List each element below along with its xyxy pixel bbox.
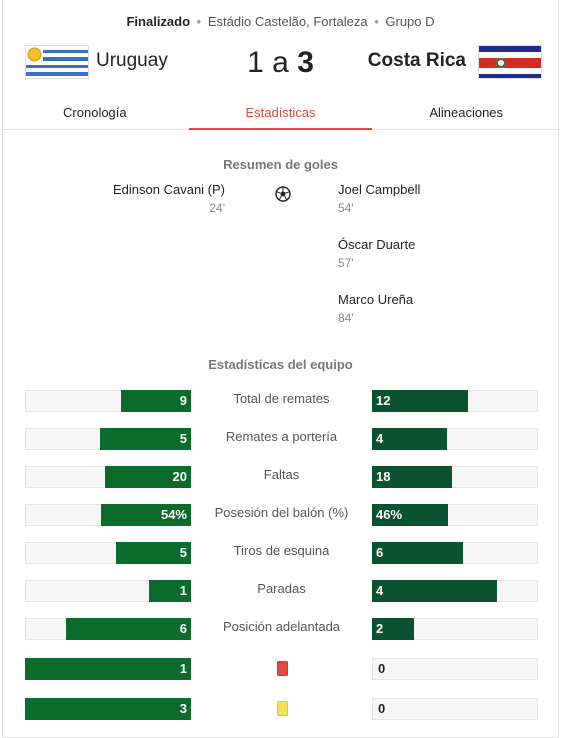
stat-row-yellow-cards: 3 0 (25, 698, 541, 720)
goal-minute: 24' (209, 201, 225, 215)
match-score: 1 a 3 (3, 46, 558, 80)
stat-row: 5 Remates a portería 4 (25, 428, 541, 450)
stat-label: Total de remates (233, 391, 330, 406)
goal-player: Joel Campbell (338, 182, 421, 197)
stat-label: Posición adelantada (222, 619, 341, 634)
match-status-line: Finalizado • Estádio Castelão, Fortaleza… (3, 14, 558, 29)
away-team-name[interactable]: Costa Rica (368, 50, 466, 72)
away-stat-value: 0 (378, 701, 386, 716)
match-status: Finalizado (126, 14, 191, 29)
goal-entry-away: Joel Campbell 54' (338, 182, 420, 215)
home-score: 1 (247, 46, 264, 79)
away-stat-track: 46% (372, 504, 538, 526)
stat-label: Paradas (257, 581, 306, 596)
goal-player: Marco Ureña (338, 292, 414, 307)
tab-estadisticas[interactable]: Estadísticas (188, 99, 373, 130)
home-stat-track: 1 (25, 580, 191, 602)
away-stat-bar: 4 (372, 428, 447, 450)
stat-row: 5 Tiros de esquina 6 (25, 542, 541, 564)
tab-cronologia[interactable]: Cronología (3, 99, 187, 129)
goal-entry-home: Edinson Cavani (P) 24' (113, 182, 225, 215)
away-stat-bar: 4 (372, 580, 497, 602)
away-stat-bar: 6 (372, 542, 463, 564)
home-stat-bar: 9 (121, 390, 191, 412)
score-joiner: a (272, 46, 289, 79)
costa-rica-flag-icon (478, 45, 542, 79)
home-stat-track: 3 (25, 698, 191, 720)
goal-player: Edinson Cavani (P) (113, 182, 225, 197)
home-stat-track: 9 (25, 390, 191, 412)
home-stat-bar: 5 (100, 428, 191, 450)
stat-row: 1 Paradas 4 (25, 580, 541, 602)
stat-label: Faltas (263, 467, 300, 482)
away-stat-value: 0 (378, 661, 386, 676)
match-group: Grupo D (385, 14, 435, 29)
separator: • (196, 14, 202, 29)
stat-label: Tiros de esquina (233, 543, 330, 558)
yellow-card-icon (277, 701, 288, 716)
away-stat-track: 4 (372, 580, 538, 602)
home-stat-track: 6 (25, 618, 191, 640)
stat-row-red-cards: 1 0 (25, 658, 541, 680)
goal-entry-away: Marco Ureña 84' (338, 292, 413, 325)
team-stats-title: Estadísticas del equipo (208, 357, 353, 372)
away-stat-track: 18 (372, 466, 538, 488)
home-stat-bar: 3 (25, 698, 191, 720)
away-stat-track: 0 (372, 658, 538, 680)
away-stat-track: 0 (372, 698, 538, 720)
home-stat-bar: 1 (149, 580, 191, 602)
home-stat-bar: 20 (105, 466, 191, 488)
home-stat-bar: 6 (66, 618, 191, 640)
goal-player: Óscar Duarte (338, 237, 416, 252)
goals-summary-title: Resumen de goles (223, 157, 338, 172)
home-stat-track: 5 (25, 428, 191, 450)
match-venue: Estádio Castelão, Fortaleza (207, 14, 368, 29)
goal-minute: 54' (338, 201, 354, 215)
home-stat-track: 20 (25, 466, 191, 488)
away-score: 3 (297, 46, 314, 79)
away-stat-track: 12 (372, 390, 538, 412)
tab-bar: Cronología Estadísticas Alineaciones (3, 99, 558, 130)
tab-alineaciones[interactable]: Alineaciones (374, 99, 558, 129)
match-card: Finalizado • Estádio Castelão, Fortaleza… (2, 0, 559, 738)
away-stat-track: 4 (372, 428, 538, 450)
stat-row: 54% Posesión del balón (%) 46% (25, 504, 541, 526)
separator: • (374, 14, 379, 29)
stat-row: 20 Faltas 18 (25, 466, 541, 488)
away-stat-bar: 12 (372, 390, 468, 412)
goal-minute: 57' (338, 256, 354, 270)
home-stat-track: 54% (25, 504, 191, 526)
goal-entry-away: Óscar Duarte 57' (338, 237, 415, 270)
home-stat-bar: 54% (101, 504, 191, 526)
away-stat-bar: 46% (372, 504, 448, 526)
home-stat-track: 1 (25, 658, 191, 680)
away-stat-bar: 2 (372, 618, 414, 640)
stat-row: 9 Total de remates 12 (25, 390, 541, 412)
home-stat-bar: 5 (116, 542, 191, 564)
away-stat-bar: 18 (372, 466, 452, 488)
goal-minute: 84' (338, 311, 354, 325)
home-stat-track: 5 (25, 542, 191, 564)
red-card-icon (277, 661, 288, 676)
soccer-ball-icon (275, 186, 291, 202)
stat-row: 6 Posición adelantada 2 (25, 618, 541, 640)
away-stat-track: 6 (372, 542, 538, 564)
away-stat-track: 2 (372, 618, 538, 640)
stat-label: Posesión del balón (%) (214, 505, 349, 520)
stat-label: Remates a portería (225, 429, 338, 444)
home-stat-bar: 1 (25, 658, 191, 680)
